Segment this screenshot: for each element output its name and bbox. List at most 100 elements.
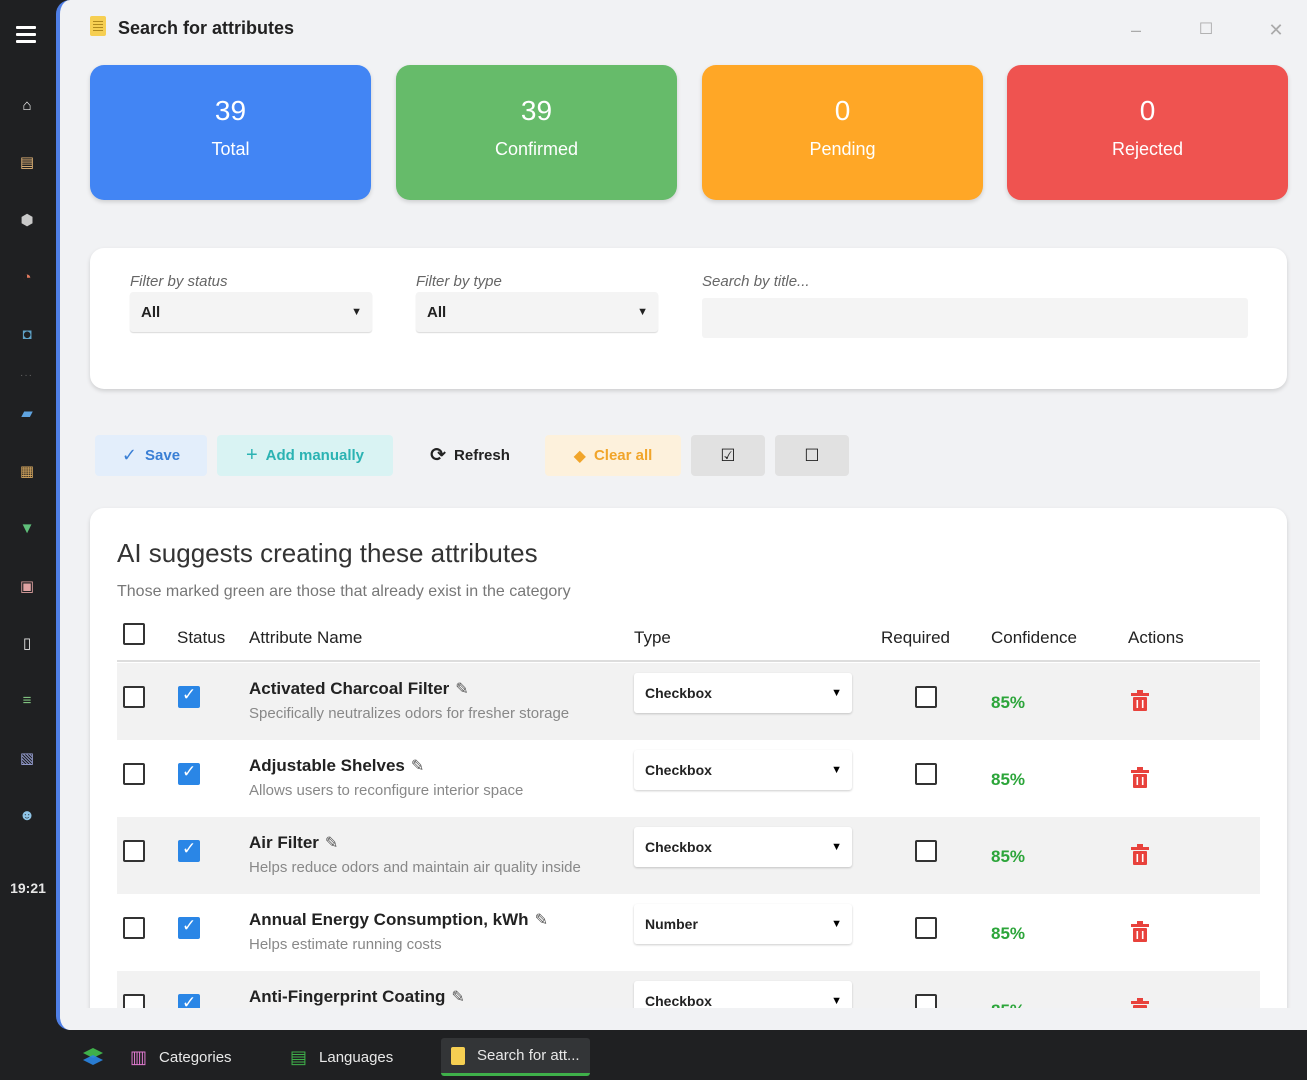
pencil-icon[interactable]: ✎ bbox=[411, 758, 424, 775]
document-icon[interactable]: ▯ bbox=[16, 632, 38, 654]
attributes-table-card: AI suggests creating these attributes Th… bbox=[90, 508, 1287, 1030]
row-select-checkbox[interactable] bbox=[123, 763, 145, 785]
attribute-name: Adjustable Shelves ✎ bbox=[249, 756, 424, 776]
table-subtitle: Those marked green are those that alread… bbox=[117, 583, 571, 600]
trash-icon[interactable] bbox=[1130, 767, 1150, 789]
add-manually-button[interactable]: + Add manually bbox=[217, 435, 393, 476]
menu-icon[interactable] bbox=[16, 26, 36, 44]
table-title: AI suggests creating these attributes bbox=[117, 538, 538, 568]
stat-total-value: 39 bbox=[214, 95, 247, 126]
log-icon[interactable]: ▧ bbox=[16, 747, 38, 769]
row-select-checkbox[interactable] bbox=[123, 917, 145, 939]
pie-chart-icon[interactable]: ◔ bbox=[16, 266, 38, 288]
pencil-icon[interactable]: ✎ bbox=[451, 989, 464, 1006]
robot-icon[interactable]: ☻ bbox=[16, 804, 38, 826]
stat-pending-label: Pending bbox=[809, 139, 876, 159]
trash-icon[interactable] bbox=[1130, 921, 1150, 943]
pencil-icon[interactable]: ✎ bbox=[455, 681, 468, 698]
type-select[interactable]: Checkbox ▼ bbox=[634, 750, 852, 790]
shelf-icon[interactable]: ▤ bbox=[16, 151, 38, 173]
table-row: Adjustable Shelves ✎ Allows users to reco… bbox=[117, 740, 1260, 817]
stat-card-rejected[interactable]: 0 Rejected bbox=[1007, 65, 1288, 200]
refresh-button[interactable]: ⟳ Refresh bbox=[410, 435, 530, 476]
required-checkbox[interactable] bbox=[915, 917, 937, 939]
stat-card-confirmed[interactable]: 39 Confirmed bbox=[396, 65, 677, 200]
main-window: Search for attributes – ☐ ✕ 39 Total 39 … bbox=[56, 0, 1307, 1030]
pencil-icon[interactable]: ✎ bbox=[535, 912, 548, 929]
select-all-checkbox[interactable] bbox=[123, 623, 145, 645]
window-bottom-edge bbox=[60, 1008, 1307, 1030]
clock: 19:21 bbox=[10, 880, 46, 896]
attribute-description: Helps estimate running costs bbox=[249, 936, 442, 953]
deselect-all-button[interactable]: ☐ bbox=[775, 435, 849, 476]
chevron-down-icon: ▼ bbox=[831, 918, 842, 930]
check-icon: ✓ bbox=[121, 445, 138, 465]
select-all-button[interactable]: ☑ bbox=[691, 435, 765, 476]
maximize-button[interactable]: ☐ bbox=[1198, 22, 1214, 38]
notepad-icon bbox=[90, 16, 106, 36]
home-icon[interactable]: ⌂ bbox=[16, 94, 38, 116]
refresh-label: Refresh bbox=[454, 447, 510, 464]
stat-card-total[interactable]: 39 Total bbox=[90, 65, 371, 200]
taskbar-item-languages[interactable]: ▤ Languages bbox=[290, 1038, 393, 1076]
stat-rejected-label: Rejected bbox=[1111, 139, 1184, 159]
stat-card-pending[interactable]: 0 Pending bbox=[702, 65, 983, 200]
bar-chart-icon: ▥ bbox=[130, 1046, 148, 1067]
contact-book-icon[interactable]: ▣ bbox=[16, 575, 38, 597]
shirt-icon[interactable]: ◘ bbox=[16, 323, 38, 345]
trash-icon[interactable] bbox=[1130, 690, 1150, 712]
type-select[interactable]: Number ▼ bbox=[634, 904, 852, 944]
taskbar-label: Search for att... bbox=[477, 1047, 580, 1064]
row-status-checkbox[interactable] bbox=[178, 762, 200, 785]
table-row: Annual Energy Consumption, kWh ✎ Helps es… bbox=[117, 894, 1260, 971]
clear-all-button[interactable]: ◆ Clear all bbox=[545, 435, 681, 476]
row-status-checkbox[interactable] bbox=[178, 685, 200, 708]
type-filter-select[interactable]: All ▼ bbox=[416, 292, 658, 332]
close-button[interactable]: ✕ bbox=[1268, 21, 1284, 39]
chat-icon: ▤ bbox=[290, 1046, 308, 1067]
row-status-checkbox[interactable] bbox=[178, 839, 200, 862]
stat-pending-value: 0 bbox=[834, 95, 851, 126]
required-checkbox[interactable] bbox=[915, 840, 937, 862]
pencil-icon[interactable]: ✎ bbox=[325, 835, 338, 852]
save-button[interactable]: ✓ Save bbox=[95, 435, 207, 476]
trash-icon[interactable] bbox=[1130, 844, 1150, 866]
attribute-name-text: Air Filter bbox=[249, 833, 319, 852]
table-row: Activated Charcoal Filter ✎ Specifically … bbox=[117, 663, 1260, 740]
attribute-name: Anti-Fingerprint Coating ✎ bbox=[249, 987, 465, 1007]
status-filter-select[interactable]: All ▼ bbox=[130, 292, 372, 332]
type-filter-value: All bbox=[427, 304, 447, 321]
row-select-checkbox[interactable] bbox=[123, 840, 145, 862]
folder-icon[interactable]: ▰ bbox=[16, 402, 38, 424]
minimize-button[interactable]: – bbox=[1128, 21, 1144, 39]
stat-rejected-value: 0 bbox=[1139, 95, 1156, 126]
required-checkbox[interactable] bbox=[915, 763, 937, 785]
type-select[interactable]: Checkbox ▼ bbox=[634, 673, 852, 713]
package-icon[interactable]: ⬢ bbox=[16, 209, 38, 231]
taskbar: ▥ Categories ▤ Languages Search for att.… bbox=[0, 1030, 1307, 1080]
status-filter-value: All bbox=[141, 304, 161, 321]
chevron-down-icon: ▼ bbox=[351, 306, 362, 318]
app-sidebar: ⌂ ▤ ⬢ ◔ ◘ ··· ▰ ▦ ▼ ▣ ▯ ≡ ▧ ☻ 19:21 bbox=[0, 0, 56, 1030]
refresh-icon: ⟳ bbox=[430, 445, 447, 466]
taskbar-item-search-attributes[interactable]: Search for att... bbox=[441, 1038, 590, 1076]
row-status-checkbox[interactable] bbox=[178, 916, 200, 939]
layers-icon[interactable] bbox=[82, 1038, 104, 1076]
chevron-down-icon: ▼ bbox=[831, 687, 842, 699]
table-row: Air Filter ✎ Helps reduce odors and maint… bbox=[117, 817, 1260, 894]
row-select-checkbox[interactable] bbox=[123, 686, 145, 708]
taskbar-item-categories[interactable]: ▥ Categories bbox=[130, 1038, 232, 1076]
search-input[interactable] bbox=[702, 298, 1248, 338]
header-required: Required bbox=[881, 628, 950, 647]
chevron-down-icon: ▼ bbox=[831, 764, 842, 776]
status-filter-label: Filter by status bbox=[130, 273, 228, 290]
type-select[interactable]: Checkbox ▼ bbox=[634, 827, 852, 867]
type-value: Checkbox bbox=[645, 993, 712, 1009]
list-icon[interactable]: ≡ bbox=[16, 689, 38, 711]
required-checkbox[interactable] bbox=[915, 686, 937, 708]
clear-all-label: Clear all bbox=[593, 447, 653, 464]
download-folder-icon[interactable]: ▼ bbox=[16, 517, 38, 539]
attribute-name-text: Activated Charcoal Filter bbox=[249, 679, 450, 698]
checkbox-empty-icon: ☐ bbox=[804, 445, 820, 465]
box-icon[interactable]: ▦ bbox=[16, 460, 38, 482]
